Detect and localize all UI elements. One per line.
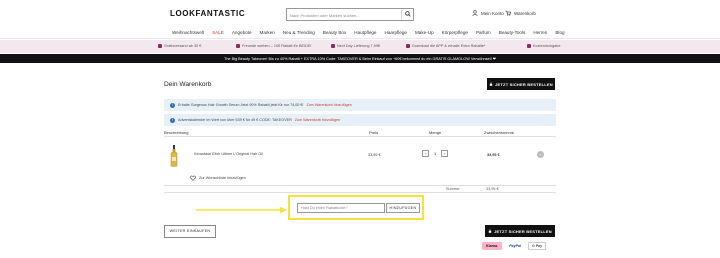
nav-item-blog[interactable]: Blog xyxy=(555,30,564,35)
sum-label: Summe: xyxy=(446,187,461,191)
table-row: Kérastase Elixir Ultime L'Original Hair … xyxy=(164,137,556,173)
benefit-returns[interactable]: Kostenrückgabe xyxy=(527,44,560,48)
product-name[interactable]: Kérastase Elixir Ultime L'Original Hair … xyxy=(194,152,263,156)
cart-label: Warenkorb xyxy=(514,10,536,16)
offer-banner-advent: i Adventskalender im Wert von über 539 €… xyxy=(164,114,556,126)
benefit-app[interactable]: Download die APP & erhalte Extra Rabatte… xyxy=(406,44,485,48)
search-placeholder: Nach Produkten oder Marken suchen... xyxy=(290,13,360,18)
klarna-icon: Klarna. xyxy=(482,242,503,250)
col-quantity: Menge xyxy=(429,130,442,135)
cart-icon xyxy=(505,10,511,16)
heart-icon xyxy=(190,175,196,181)
nav-item-angebote[interactable]: Angebote xyxy=(232,30,252,35)
nav-item-herren[interactable]: Herren xyxy=(533,30,547,35)
nav-item-marken[interactable]: Marken xyxy=(260,30,275,35)
google-pay-icon: G Pay xyxy=(527,242,547,250)
return-icon xyxy=(527,44,531,48)
nav-item-hautpflege[interactable]: Hautpflege xyxy=(354,30,376,35)
checkout-button-top[interactable]: JETZT SICHER BESTELLEN xyxy=(487,78,555,90)
search-icon xyxy=(405,11,411,17)
page-title: Dein Warenkorb xyxy=(164,81,212,88)
checkout-button-bottom[interactable]: JETZT SICHER BESTELLEN xyxy=(485,225,555,237)
remove-item-button[interactable]: × xyxy=(537,151,544,158)
nav-item-neu-trending[interactable]: Neu & Trending xyxy=(283,30,315,35)
nav-item-make-up[interactable]: Make-Up xyxy=(415,30,434,35)
decrease-quantity-button[interactable]: − xyxy=(422,150,429,157)
item-subtotal: 33,95 € xyxy=(487,153,500,157)
quantity-stepper: − 1 + xyxy=(422,150,449,157)
cart-link[interactable]: Warenkorb xyxy=(505,10,536,16)
search-button[interactable] xyxy=(401,9,413,20)
promo-banner[interactable]: The Big Beauty Takeover! Bis zu 40% Raba… xyxy=(0,54,720,63)
benefit-next-day[interactable]: Next Day Lieferung 7,99€ xyxy=(331,44,380,48)
continue-shopping-button[interactable]: WEITER EINKAUFEN xyxy=(164,225,216,238)
lock-icon xyxy=(489,82,493,86)
benefit-referral[interactable]: Freunde werben – 10€ Rabatt für BEIDE! xyxy=(236,44,311,48)
add-to-wishlist[interactable]: Zur Wunschliste hinzufügen xyxy=(190,175,246,181)
increase-quantity-button[interactable]: + xyxy=(441,150,449,157)
account-link[interactable]: Mein Konto xyxy=(472,10,504,16)
cart-sum-row: Summe: 33,95 € xyxy=(164,185,556,193)
gift-icon xyxy=(236,44,240,48)
col-price: Preis xyxy=(369,130,379,135)
nav-item-sale[interactable]: SALE xyxy=(212,30,224,35)
add-to-cart-link[interactable]: Zum Warenkorb hinzufügen xyxy=(295,118,340,122)
cart-page: Dein Warenkorb JETZT SICHER BESTELLEN i … xyxy=(164,63,556,258)
col-subtotal: Zwischensumme xyxy=(484,130,515,135)
nav-item-haarpflege[interactable]: Haarpflege xyxy=(385,30,407,35)
info-icon: i xyxy=(170,102,175,108)
nav-item-weihnachtswelt[interactable]: Weihnachtswelt xyxy=(172,30,204,35)
promo-code-input[interactable]: Hast Du einen Rabattcode? xyxy=(297,203,385,213)
benefits-bar: Gratisversand ab 30 € Freunde werben – 1… xyxy=(0,40,720,53)
product-image[interactable] xyxy=(170,145,178,167)
nav-item-beauty-box[interactable]: Beauty Box xyxy=(323,30,347,35)
quantity-value[interactable]: 1 xyxy=(434,152,436,156)
benefit-shipping[interactable]: Gratisversand ab 30 € xyxy=(158,44,201,48)
nav-item-beauty-tools[interactable]: Beauty-Tools xyxy=(499,30,526,35)
account-label: Mein Konto xyxy=(481,10,504,16)
add-to-cart-link[interactable]: Zum Warenkorb hinzufügen xyxy=(306,103,351,107)
col-description: Beschreibung xyxy=(164,130,189,135)
info-icon: i xyxy=(170,117,175,123)
nav-item-parfum[interactable]: Parfum xyxy=(476,30,491,35)
payment-methods: Klarna. PayPal G Pay xyxy=(482,242,547,250)
delivery-icon xyxy=(158,44,162,48)
paypal-icon: PayPal xyxy=(505,242,525,250)
truck-icon xyxy=(331,44,335,48)
apply-promo-button[interactable]: HINZUFÜGEN xyxy=(386,203,420,213)
cart-table-header: Beschreibung Preis Menge Zwischensumme xyxy=(164,129,556,137)
offer-banner-serum: i Erhalte Gorgeous Hair Growth Serum Jet… xyxy=(164,99,556,111)
promo-code-highlight: Hast Du einen Rabattcode? HINZUFÜGEN xyxy=(288,195,424,220)
sum-value: 33,95 € xyxy=(486,187,499,191)
site-header: LOOKFANTASTIC Nach Produkten oder Marken… xyxy=(0,0,720,27)
search-input[interactable]: Nach Produkten oder Marken suchen... xyxy=(286,8,414,21)
phone-icon xyxy=(406,44,410,48)
lock-icon xyxy=(488,229,492,233)
main-nav: Weihnachtswelt SALE Angebote Marken Neu … xyxy=(0,27,720,39)
product-price: 33,95 € xyxy=(368,153,381,157)
site-logo[interactable]: LOOKFANTASTIC xyxy=(170,9,245,18)
highlight-arrow-icon xyxy=(196,206,287,214)
nav-item-koerperpflege[interactable]: Körperpflege xyxy=(442,30,468,35)
user-icon xyxy=(472,10,478,16)
